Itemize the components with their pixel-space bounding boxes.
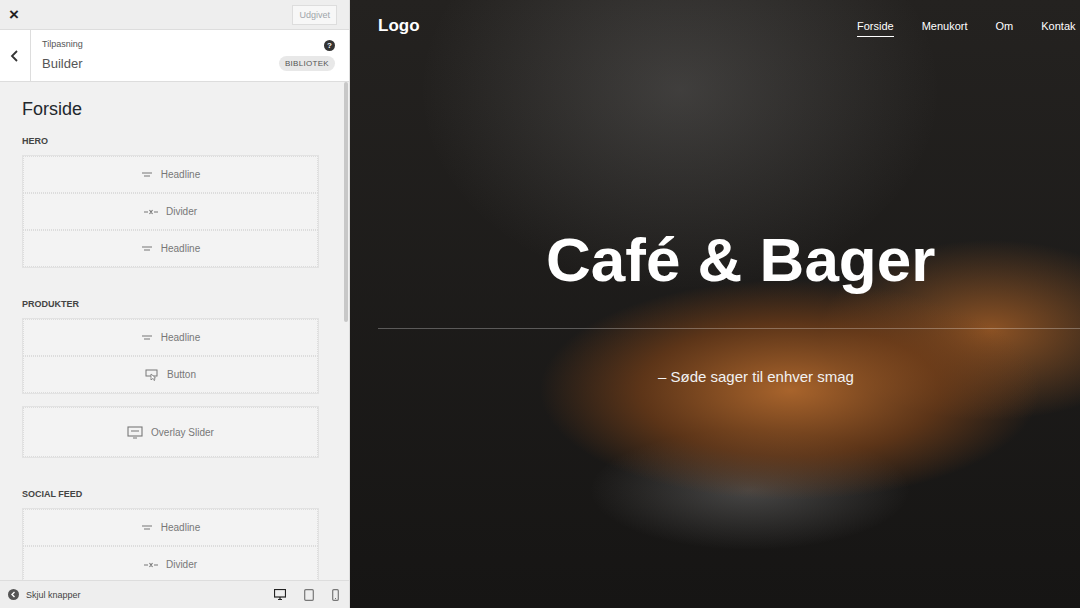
header-titles: Tilpasning Builder	[31, 38, 279, 74]
divider-icon	[144, 561, 158, 569]
hide-controls-button[interactable]: Skjul knapper	[8, 589, 81, 600]
menu-item[interactable]: Om	[996, 16, 1014, 37]
hero-title: Café & Bager	[546, 222, 1080, 298]
customizer-screen: × Udgivet Tilpasning Builder? BIBLIOTEK Forsi…	[0, 0, 1080, 608]
hero-photo	[350, 0, 1080, 608]
breadcrumb: Tilpasning	[42, 38, 279, 50]
device-button[interactable]	[274, 589, 286, 600]
block-label: Overlay Slider	[151, 427, 214, 438]
slider-icon	[127, 426, 143, 439]
mobile-icon	[332, 589, 339, 601]
publish-button[interactable]: Udgivet	[292, 5, 337, 25]
page-title: Forside	[22, 97, 319, 121]
block-label: Headline	[161, 243, 200, 254]
hero-divider	[378, 328, 1080, 329]
site-header: LogoForside Menukort Om Kontak	[350, 0, 1080, 52]
header-actions: ? BIBLIOTEK	[279, 40, 335, 71]
block-label: Divider	[166, 206, 197, 217]
block-label: Button	[167, 369, 196, 380]
section-label: HERO	[22, 135, 319, 147]
back-arrow-icon	[10, 50, 20, 62]
block-item[interactable]: Headline	[23, 319, 318, 356]
device-switcher	[274, 589, 339, 601]
site-menu: Forside Menukort Om Kontak	[857, 16, 1076, 37]
menu-item[interactable]: Kontak	[1041, 16, 1075, 37]
section: SOCIAL FEED Headline Divider	[22, 488, 319, 580]
panel-content: ForsideHEROHeadlineDividerHeadlinePRODUK…	[0, 82, 349, 580]
headline-icon	[141, 245, 153, 253]
block-group: Headline Divider Headline	[22, 155, 319, 268]
section: PRODUKTER Headline Button Overlay Slider	[22, 298, 319, 458]
block-group: Headline Divider	[22, 508, 319, 580]
block-item[interactable]: Divider	[23, 193, 318, 230]
block-item[interactable]: Divider	[23, 546, 318, 580]
hero-subtitle: – Søde sager til enhver smag	[658, 367, 1080, 387]
device-button[interactable]	[332, 589, 339, 601]
headline-icon	[141, 524, 153, 532]
block-label: Headline	[161, 522, 200, 533]
block-item[interactable]: Button	[23, 356, 318, 393]
section-label: PRODUKTER	[22, 298, 319, 310]
collapse-icon	[8, 589, 19, 600]
menu-item[interactable]: Menukort	[922, 16, 968, 37]
headline-icon	[141, 334, 153, 342]
help-button[interactable]: ?	[324, 40, 335, 51]
site-logo[interactable]: Logo	[378, 16, 857, 36]
panel-header: Tilpasning Builder? BIBLIOTEK	[0, 30, 349, 82]
hero: Café & Bager – Søde sager til enhver smag	[350, 52, 1080, 387]
block-item[interactable]: Headline	[23, 509, 318, 546]
device-button[interactable]	[304, 589, 314, 601]
panel-title: Builder	[42, 54, 279, 74]
block-label: Divider	[166, 559, 197, 570]
section: HERO Headline Divider Headline	[22, 135, 319, 268]
menu-item[interactable]: Forside	[857, 16, 894, 37]
button-icon	[145, 369, 159, 381]
site-preview: LogoForside Menukort Om Kontak Café & Bager –…	[350, 0, 1080, 608]
tablet-icon	[304, 589, 314, 601]
divider-icon	[144, 208, 158, 216]
close-button[interactable]: ×	[9, 6, 19, 23]
hide-controls-label: Skjul knapper	[26, 590, 81, 600]
block-group: Headline Button	[22, 318, 319, 394]
block-group: Overlay Slider	[22, 406, 319, 458]
panel-footer: Skjul knapper	[0, 580, 349, 608]
block-label: Headline	[161, 332, 200, 343]
top-bar: × Udgivet	[0, 0, 349, 30]
block-item[interactable]: Headline	[23, 156, 318, 193]
desktop-icon	[274, 589, 286, 600]
headline-icon	[141, 171, 153, 179]
scrollbar[interactable]	[344, 82, 348, 322]
block-item[interactable]: Overlay Slider	[23, 407, 318, 457]
block-label: Headline	[161, 169, 200, 180]
library-badge[interactable]: BIBLIOTEK	[279, 56, 335, 71]
site-content: LogoForside Menukort Om Kontak Café & Bager –…	[350, 0, 1080, 387]
back-button[interactable]	[0, 30, 31, 81]
customizer-panel: × Udgivet Tilpasning Builder? BIBLIOTEK Forsi…	[0, 0, 350, 608]
block-item[interactable]: Headline	[23, 230, 318, 267]
section-label: SOCIAL FEED	[22, 488, 319, 500]
